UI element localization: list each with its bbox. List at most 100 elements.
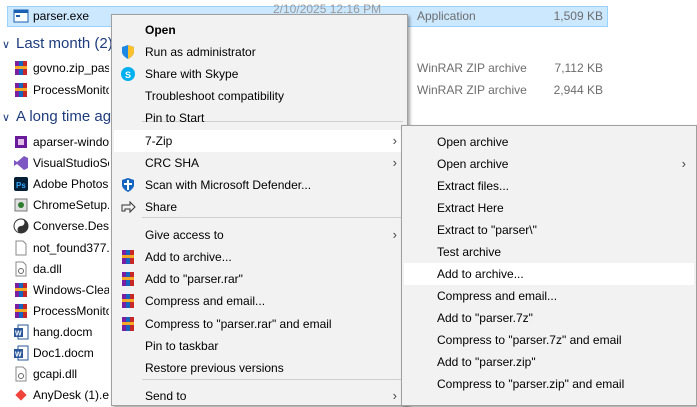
app-icon bbox=[13, 134, 29, 150]
defender-icon bbox=[120, 177, 136, 193]
svg-text:W: W bbox=[15, 352, 22, 359]
menu-item-label: Compress and email... bbox=[145, 294, 266, 308]
menu-item-label: Compress to "parser.rar" and email bbox=[145, 317, 332, 331]
file-name: da.dll bbox=[33, 261, 62, 276]
menu-item-label: Add to "parser.7z" bbox=[437, 311, 533, 325]
file-name: aparser-windows bbox=[33, 135, 109, 149]
svg-text:S: S bbox=[125, 70, 131, 80]
file-name: parser.exe bbox=[33, 9, 90, 23]
menu-item-label: Troubleshoot compatibility bbox=[145, 89, 284, 103]
menu-item-label: Share bbox=[145, 200, 178, 214]
submenu-item-add-to-parser-7z[interactable]: Add to "parser.7z" bbox=[404, 307, 694, 329]
chevron-right-icon: › bbox=[392, 227, 397, 242]
file-name: Converse.Desktop bbox=[33, 219, 109, 234]
menu-item-compress-to-parser-rar-and-email[interactable]: Compress to "parser.rar" and email bbox=[114, 313, 405, 335]
file-name: govno.zip_pass bbox=[33, 61, 109, 75]
file-name: Adobe Photoshop bbox=[33, 177, 109, 192]
menu-item-share-with-skype[interactable]: S Share with Skype bbox=[114, 63, 405, 85]
menu-item-7-zip[interactable]: 7-Zip › bbox=[114, 130, 405, 152]
file-type: WinRAR ZIP archive bbox=[417, 83, 527, 97]
menu-item-label: Send to bbox=[145, 389, 187, 403]
menu-item-label: Pin to Start bbox=[145, 111, 205, 125]
file-size: 7,112 KB bbox=[554, 61, 603, 75]
menu-item-label: Extract Here bbox=[437, 201, 504, 215]
file-name: VisualStudioSetup bbox=[33, 156, 109, 171]
file-name: ProcessMonitor bbox=[33, 83, 109, 97]
winrar-icon bbox=[120, 293, 136, 309]
file-type: WinRAR ZIP archive bbox=[417, 61, 527, 75]
submenu-item-add-to-archive[interactable]: Add to archive... bbox=[404, 263, 694, 285]
menu-item-label: Add to archive... bbox=[437, 267, 524, 281]
menu-item-label: Compress and email... bbox=[437, 289, 558, 303]
submenu-item-extract-here[interactable]: Extract Here bbox=[404, 197, 694, 219]
submenu-item-open-archive[interactable]: Open archive bbox=[404, 131, 694, 153]
menu-item-crc-sha[interactable]: CRC SHA › bbox=[114, 152, 405, 174]
svg-text:W: W bbox=[15, 330, 22, 337]
file-name: not_found377.html bbox=[33, 240, 109, 255]
dll-icon bbox=[13, 366, 29, 382]
submenu-item-extract-to-parser[interactable]: Extract to "parser\" bbox=[404, 219, 694, 241]
menu-separator bbox=[142, 379, 403, 380]
menu-item-label: Extract to "parser\" bbox=[437, 223, 537, 237]
file-size: 1,509 KB bbox=[553, 9, 603, 23]
share-icon bbox=[120, 199, 136, 215]
submenu-item-compress-to-parser-zip-and-email[interactable]: Compress to "parser.zip" and email bbox=[404, 373, 694, 395]
menu-item-label: Open archive bbox=[437, 157, 509, 171]
submenu-item-add-to-parser-zip[interactable]: Add to "parser.zip" bbox=[404, 351, 694, 373]
file-name: ChromeSetup.exe bbox=[33, 198, 109, 213]
context-menu: Open Run as administrator S Share with Skyp… bbox=[111, 14, 408, 406]
menu-item-label: Compress to "parser.7z" and email bbox=[437, 333, 622, 347]
file-name: gcapi.dll bbox=[33, 367, 78, 382]
winrar-icon bbox=[13, 282, 29, 298]
word-icon: W bbox=[13, 324, 29, 340]
document-icon bbox=[13, 240, 29, 256]
menu-item-label: Scan with Microsoft Defender... bbox=[145, 178, 312, 192]
winrar-icon bbox=[120, 316, 136, 332]
file-name: Windows-Cleaner bbox=[33, 282, 109, 297]
menu-item-send-to[interactable]: Send to › bbox=[114, 385, 405, 407]
chevron-down-icon: ∨ bbox=[2, 39, 11, 51]
menu-item-scan-with-microsoft-defender[interactable]: Scan with Microsoft Defender... bbox=[114, 174, 405, 196]
menu-item-label: Add to archive... bbox=[145, 250, 232, 264]
menu-item-pin-to-taskbar[interactable]: Pin to taskbar bbox=[114, 335, 405, 357]
menu-item-label: Extract files... bbox=[437, 179, 510, 193]
chevron-right-icon: › bbox=[392, 155, 397, 170]
menu-item-restore-previous-versions[interactable]: Restore previous versions bbox=[114, 357, 405, 379]
winrar-icon bbox=[120, 271, 136, 287]
menu-item-compress-and-email[interactable]: Compress and email... bbox=[114, 290, 405, 312]
menu-item-share[interactable]: Share bbox=[114, 196, 405, 218]
dll-icon bbox=[13, 261, 29, 277]
chevron-right-icon: › bbox=[681, 156, 686, 171]
menu-item-label: Restore previous versions bbox=[145, 361, 284, 375]
submenu-item-compress-and-email[interactable]: Compress and email... bbox=[404, 285, 694, 307]
file-name: ProcessMonitor bbox=[33, 303, 109, 318]
menu-item-label: Test archive bbox=[437, 245, 502, 259]
menu-item-label: Run as administrator bbox=[145, 45, 256, 59]
skype-icon: S bbox=[120, 66, 136, 82]
submenu-item-test-archive[interactable]: Test archive bbox=[404, 241, 694, 263]
submenu-item-extract-files[interactable]: Extract files... bbox=[404, 175, 694, 197]
menu-item-troubleshoot-compatibility[interactable]: Troubleshoot compatibility bbox=[114, 85, 405, 107]
menu-item-add-to-archive[interactable]: Add to archive... bbox=[114, 246, 405, 268]
submenu-item-open-archive[interactable]: Open archive › bbox=[404, 153, 694, 175]
group-label: A long time ago bbox=[16, 108, 120, 125]
menu-item-run-as-administrator[interactable]: Run as administrator bbox=[114, 41, 405, 63]
winrar-icon bbox=[120, 249, 136, 265]
menu-item-label: 7-Zip bbox=[145, 134, 173, 148]
chevron-down-icon: ∨ bbox=[2, 112, 11, 124]
chevron-right-icon: › bbox=[392, 388, 397, 403]
file-name: AnyDesk (1).exe bbox=[33, 388, 109, 403]
file-name: hang.docm bbox=[33, 324, 93, 339]
winrar-icon bbox=[13, 60, 29, 76]
photoshop-icon: Ps bbox=[13, 176, 29, 192]
submenu-item-compress-to-parser-7z-and-email[interactable]: Compress to "parser.7z" and email bbox=[404, 329, 694, 351]
menu-item-add-to-parser-rar[interactable]: Add to "parser.rar" bbox=[114, 268, 405, 290]
file-name: Doc1.docm bbox=[33, 346, 94, 360]
menu-item-pin-to-start[interactable]: Pin to Start bbox=[114, 107, 405, 129]
menu-item-label: Share with Skype bbox=[145, 67, 239, 81]
menu-item-label: CRC SHA bbox=[145, 156, 200, 170]
menu-item-label: Open bbox=[145, 23, 176, 37]
menu-item-open[interactable]: Open bbox=[114, 19, 405, 41]
menu-item-give-access-to[interactable]: Give access to › bbox=[114, 224, 405, 246]
menu-item-label: Give access to bbox=[145, 228, 224, 242]
